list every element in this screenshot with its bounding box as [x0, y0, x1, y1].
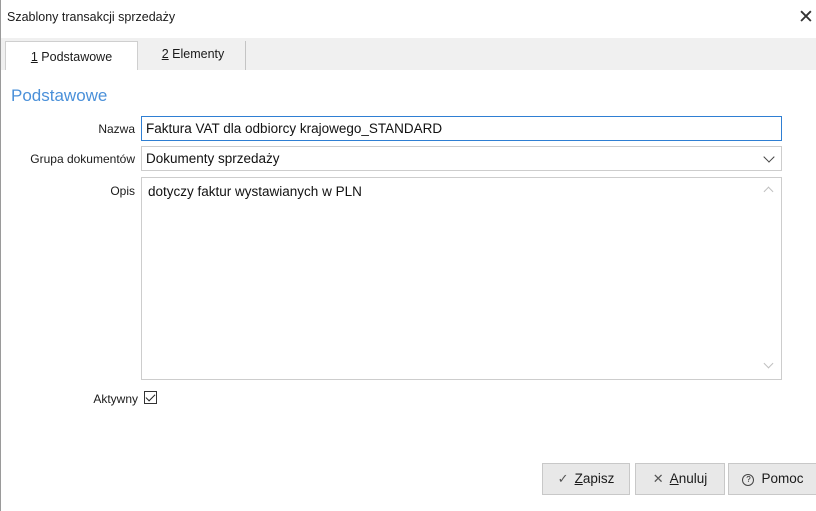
- check-icon: [145, 391, 156, 402]
- tab-podstawowe-label: Podstawowe: [41, 50, 113, 64]
- scroll-down-icon[interactable]: [763, 358, 774, 369]
- cancel-button[interactable]: ✕ Anuluj: [635, 463, 725, 495]
- group-dropdown[interactable]: Dokumenty sprzedaży: [141, 146, 782, 171]
- section-title: Podstawowe: [11, 86, 108, 105]
- help-button[interactable]: ? Pomoc: [728, 463, 816, 495]
- help-icon: ?: [742, 474, 755, 486]
- close-icon[interactable]: ✕: [797, 6, 815, 28]
- tab-strip: 1 Podstawowe 2 Elementy: [1, 38, 816, 70]
- cancel-key: A: [669, 471, 679, 486]
- group-value: Dokumenty sprzedaży: [146, 151, 280, 166]
- tab-podstawowe[interactable]: 1 Podstawowe: [5, 41, 138, 70]
- name-label: Nazwa: [98, 122, 135, 136]
- active-label: Aktywny: [93, 392, 138, 406]
- chevron-down-icon[interactable]: [763, 151, 775, 163]
- help-label: Pomoc: [761, 471, 804, 486]
- name-field[interactable]: Faktura VAT dla odbiorcy krajowego_STAND…: [141, 116, 782, 141]
- window-title: Szablony transakcji sprzedaży: [7, 10, 176, 24]
- description-textarea[interactable]: dotyczy faktur wystawianych w PLN: [141, 177, 782, 380]
- close-icon: ✕: [652, 472, 664, 487]
- description-label: Opis: [110, 184, 135, 198]
- name-value: Faktura VAT dla odbiorcy krajowego_STAND…: [146, 121, 443, 136]
- tab-elementy-key: 2: [161, 47, 169, 61]
- save-label: apisz: [582, 471, 615, 486]
- active-checkbox[interactable]: [144, 391, 157, 404]
- tab-elementy-label: Elementy: [172, 47, 225, 61]
- dialog-window: Szablony transakcji sprzedaży ✕ 1 Podsta…: [0, 0, 816, 511]
- check-icon: ✓: [557, 472, 569, 487]
- group-label: Grupa dokumentów: [30, 152, 135, 166]
- tab-elementy[interactable]: 2 Elementy: [141, 41, 246, 70]
- save-button[interactable]: ✓ Zapisz: [542, 463, 630, 495]
- save-key: Z: [574, 471, 583, 486]
- title-bar: Szablony transakcji sprzedaży ✕: [1, 0, 816, 36]
- tab-podstawowe-key: 1: [30, 50, 38, 64]
- cancel-label: nuluj: [678, 471, 708, 486]
- scroll-up-icon[interactable]: [763, 186, 774, 197]
- description-value: dotyczy faktur wystawianych w PLN: [148, 184, 362, 199]
